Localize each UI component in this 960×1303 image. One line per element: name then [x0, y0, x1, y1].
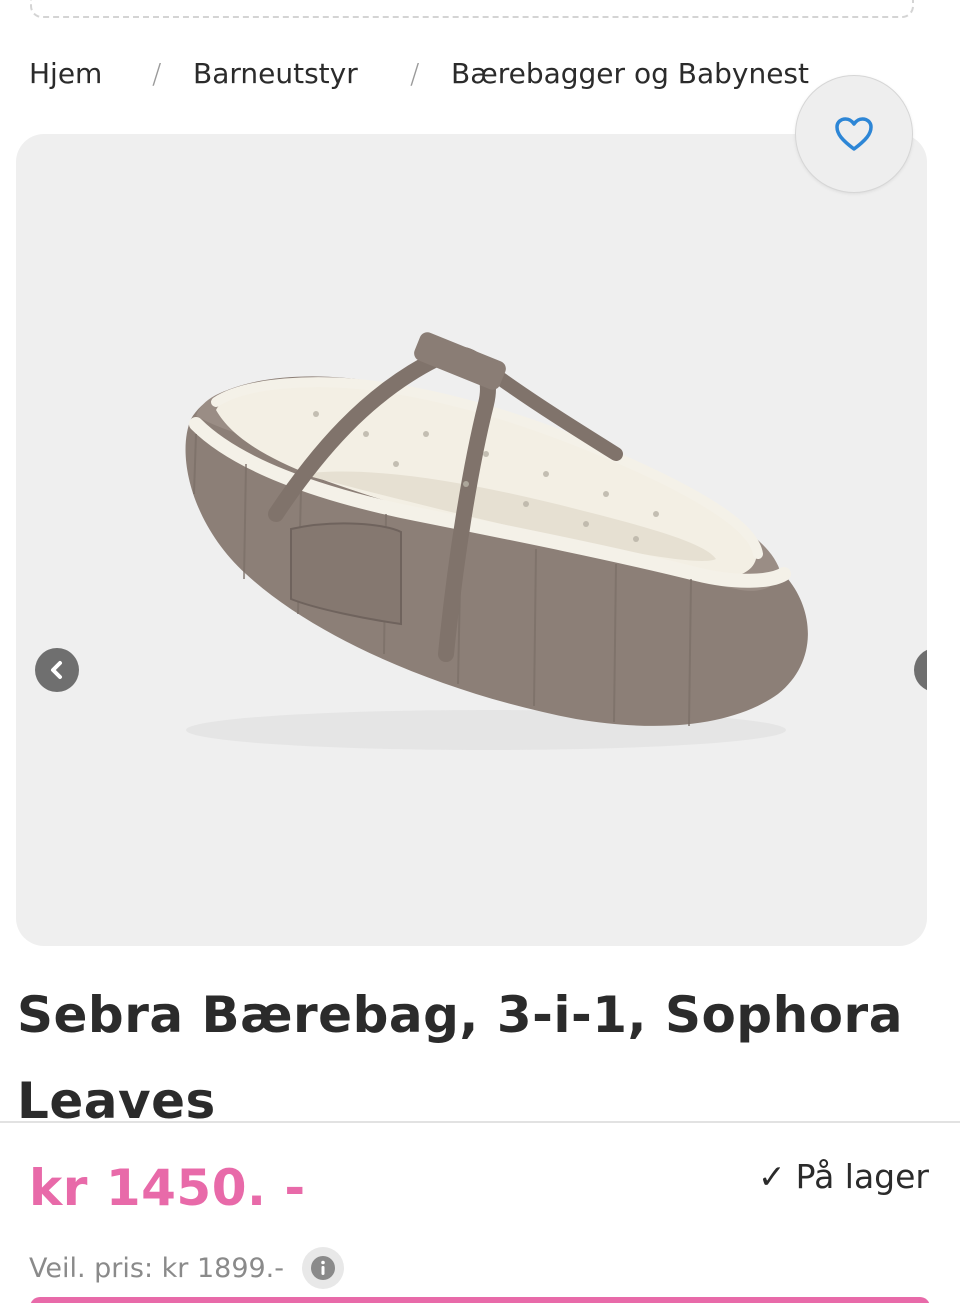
product-page: Hjem / Barneutstyr / Bærebagger og Babyn…	[0, 0, 960, 1303]
breadcrumb-separator: /	[152, 56, 162, 90]
product-title: Sebra Bærebag, 3-i-1, Sophora Leaves	[17, 986, 903, 1130]
gallery-prev-button[interactable]	[35, 648, 79, 692]
chevron-right-icon	[925, 659, 927, 681]
product-price: kr 1450. -	[29, 1159, 306, 1217]
search-bar-edge[interactable]	[30, 0, 914, 18]
product-gallery	[16, 134, 927, 946]
breadcrumb-separator: /	[410, 56, 420, 90]
info-glyph-icon	[311, 1256, 335, 1280]
heart-icon	[835, 117, 873, 151]
recommended-price: Veil. pris: kr 1899.-	[29, 1253, 284, 1284]
favorite-button[interactable]	[795, 75, 913, 193]
breadcrumb-subcategory-link[interactable]: Bærebagger og Babynest	[451, 57, 809, 90]
breadcrumb-home-link[interactable]: Hjem	[29, 57, 102, 90]
breadcrumb-category-link[interactable]: Barneutstyr	[193, 57, 358, 90]
price-panel: kr 1450. - ✓ På lager Veil. pris: kr 189…	[0, 1121, 960, 1303]
info-icon[interactable]	[302, 1247, 344, 1289]
product-image[interactable]	[16, 134, 927, 946]
check-icon: ✓	[758, 1157, 786, 1196]
stock-label: På lager	[795, 1157, 929, 1196]
add-to-cart-button[interactable]	[30, 1297, 930, 1303]
chevron-left-icon	[51, 661, 62, 679]
stock-status: ✓ På lager	[758, 1157, 929, 1196]
